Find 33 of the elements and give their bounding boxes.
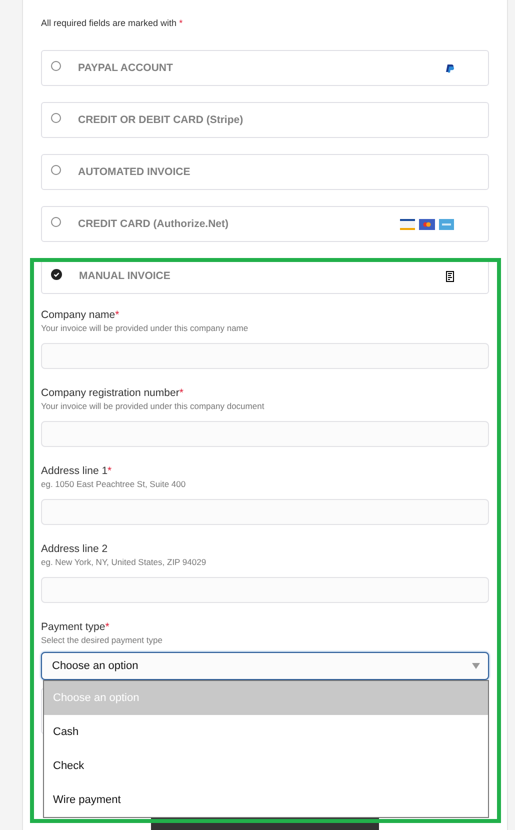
paypal-logo-icon	[445, 64, 454, 72]
field-label: Company registration number*	[41, 386, 184, 400]
caret-icon	[472, 663, 480, 669]
card-brand-icon	[400, 218, 415, 230]
select-dropdown[interactable]: Choose an option	[41, 652, 489, 680]
field-label: Payment type*	[41, 620, 110, 634]
card-brand-icon	[419, 218, 435, 230]
input-field[interactable]	[41, 421, 489, 447]
field-label: Company name*	[41, 308, 120, 322]
dropdown-option[interactable]: Wire payment	[44, 783, 488, 817]
dropdown-option[interactable]: Cash	[44, 715, 488, 749]
dropdown-option[interactable]: Check	[44, 749, 488, 783]
payment-method-option[interactable]: PAYPAL ACCOUNT	[41, 50, 489, 86]
field-hint: eg. 1050 East Peachtree St, Suite 400	[41, 479, 187, 490]
input-field[interactable]	[41, 577, 489, 603]
payment-method-option[interactable]: CREDIT CARD (Authorize.Net)	[41, 206, 489, 242]
card-brand-icon	[439, 218, 454, 230]
field-label: Address line 2	[41, 542, 109, 556]
radio-button[interactable]	[51, 61, 61, 71]
field-hint: Your invoice will be provided under this company name	[41, 323, 250, 334]
radio-button[interactable]	[51, 165, 61, 175]
payment-method-option[interactable]: CREDIT OR DEBIT CARD (Stripe)	[41, 102, 489, 138]
input-field[interactable]	[41, 499, 489, 525]
payment-method-option[interactable]: AUTOMATED INVOICE	[41, 154, 489, 190]
field-hint: eg. New York, NY, United States, ZIP 94029	[41, 557, 208, 568]
field-hint: Your invoice will be provided under this company document	[41, 401, 266, 412]
radio-button[interactable]	[51, 217, 61, 227]
field-label: Address line 1*	[41, 464, 113, 478]
required-fields-note: All required fields are marked with *	[41, 18, 184, 28]
radio-button[interactable]	[51, 113, 61, 123]
input-field[interactable]	[41, 343, 489, 369]
document-icon	[446, 270, 454, 282]
field-hint: Select the desired payment type	[41, 635, 164, 646]
